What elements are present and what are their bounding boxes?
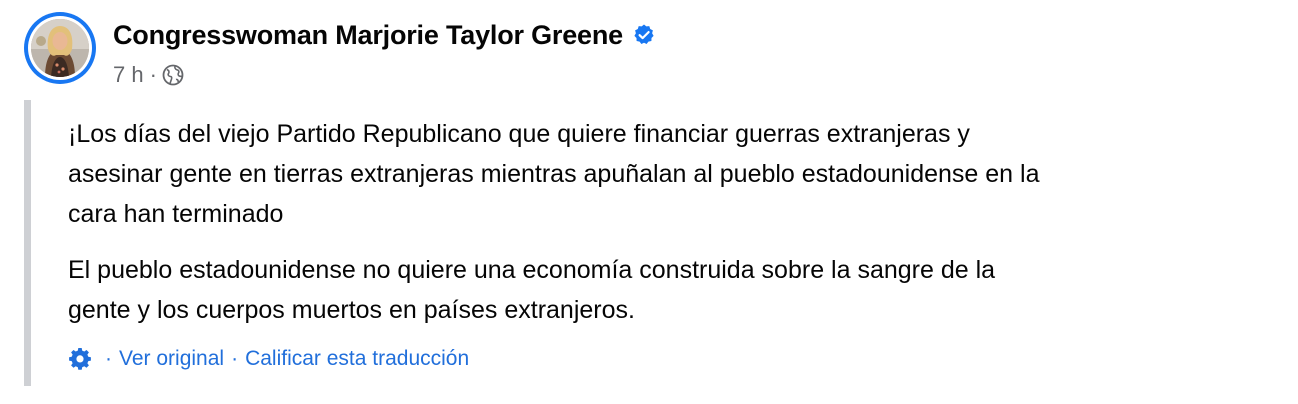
separator: · [231, 347, 239, 370]
meta-separator: · [149, 62, 157, 87]
paragraph-line: ¡Los días del viejo Partido Republicano … [68, 120, 970, 148]
post-timestamp[interactable]: 7 h [113, 62, 144, 88]
author-name[interactable]: Congresswoman Marjorie Taylor Greene [113, 20, 623, 51]
paragraph-line: gente y los cuerpos muertos en países ex… [68, 296, 635, 324]
verified-badge-icon[interactable] [632, 23, 656, 47]
rate-translation-link[interactable]: Calificar esta traducción [245, 347, 469, 371]
paragraph-line: asesinar gente en tierras extranjeras mi… [68, 160, 1040, 188]
gear-icon[interactable] [68, 347, 92, 371]
avatar-frame [28, 16, 92, 80]
facebook-post: Congresswoman Marjorie Taylor Greene 7 h… [0, 0, 1298, 404]
translated-paragraph-2: El pueblo estadounidense no quiere una e… [68, 250, 1288, 330]
see-original-link[interactable]: Ver original [119, 347, 224, 371]
paragraph-line: El pueblo estadounidense no quiere una e… [68, 256, 996, 284]
profile-avatar-ring[interactable] [24, 12, 96, 84]
translation-actions: · Ver original · Calificar esta traducci… [68, 344, 469, 374]
paragraph-line: cara han terminado [68, 200, 284, 228]
translated-paragraph-1: ¡Los días del viejo Partido Republicano … [68, 114, 1288, 234]
translated-post-block: ¡Los días del viejo Partido Republicano … [24, 100, 1290, 386]
globe-icon[interactable] [162, 64, 184, 86]
separator: · [105, 347, 112, 370]
post-meta: 7 h · [113, 60, 184, 90]
avatar[interactable] [31, 19, 89, 77]
author-row: Congresswoman Marjorie Taylor Greene [113, 18, 656, 52]
avatar-photo [31, 19, 89, 77]
